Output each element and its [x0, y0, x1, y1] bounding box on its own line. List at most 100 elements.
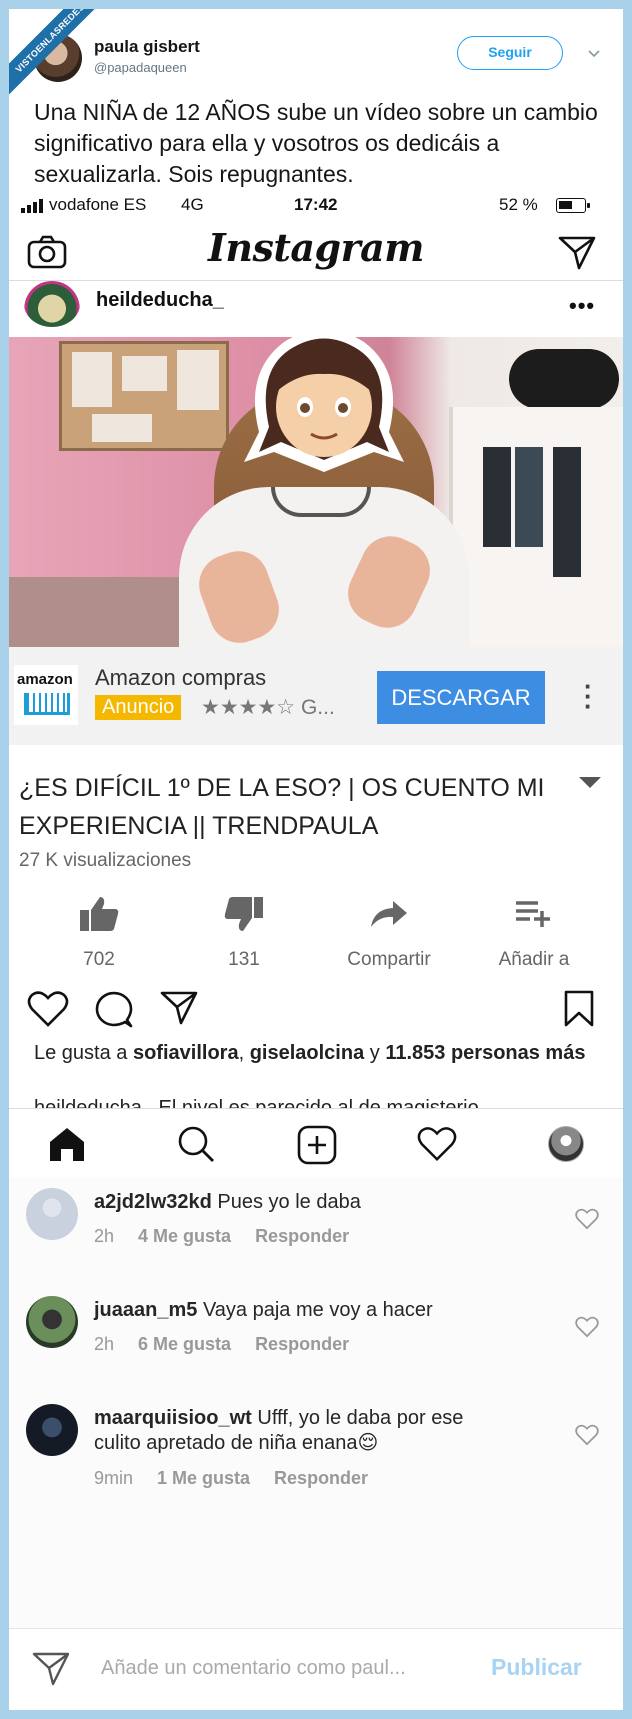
- video-frame[interactable]: [9, 337, 623, 647]
- status-time: 17:42: [294, 195, 338, 214]
- reply-button[interactable]: Responder: [255, 1226, 349, 1246]
- search-icon[interactable]: [177, 1125, 215, 1163]
- likes-separator: ,: [238, 1042, 250, 1064]
- comment-time: 9min: [94, 1468, 134, 1488]
- comment-time: 2h: [94, 1226, 115, 1246]
- signal-icon: [21, 199, 43, 213]
- post-caption: heildeducha_ El nivel es parecido al de …: [34, 1097, 479, 1108]
- direct-message-icon[interactable]: [557, 235, 597, 271]
- share-label: Compartir: [347, 949, 431, 970]
- phone-screenshot: vodafone ES 4G 17:42 52 % Instagram heil…: [9, 191, 623, 1710]
- likes-summary: Le gusta a sofiavillora, giselaolcina y …: [34, 1041, 594, 1066]
- video-title: ¿ES DIFÍCIL 1º DE LA ESO? | OS CUENTO MI…: [19, 774, 545, 840]
- like-action[interactable]: 702: [34, 891, 164, 971]
- comment-like-icon[interactable]: [575, 1316, 599, 1338]
- comment-likes[interactable]: 1 Me gusta: [157, 1468, 250, 1488]
- bookshelf: [449, 407, 623, 647]
- likes-prefix: Le gusta a: [34, 1042, 133, 1064]
- likes-user-1[interactable]: sofiavillora: [133, 1042, 239, 1064]
- post-actions: [9, 986, 623, 1036]
- activity-heart-icon[interactable]: [417, 1125, 457, 1163]
- amazon-logo-text: amazon: [17, 671, 73, 688]
- youtube-ad-banner[interactable]: amazon Amazon compras Anuncio ★★★★☆ G...…: [9, 647, 623, 745]
- home-icon[interactable]: [47, 1125, 87, 1163]
- ad-title: Amazon compras: [95, 665, 267, 690]
- instagram-bottom-nav: [9, 1108, 623, 1178]
- status-bar: vodafone ES 4G 17:42 52 %: [9, 191, 623, 219]
- comment-body: Vaya paja me voy a hacer: [197, 1299, 433, 1321]
- comment-meta: 2h 4 Me gusta Responder: [94, 1226, 373, 1247]
- instagram-top-bar: Instagram: [9, 219, 623, 281]
- battery-icon: [556, 198, 590, 213]
- thumbs-up-icon: [80, 897, 119, 931]
- more-options-icon[interactable]: •••: [569, 293, 595, 319]
- reply-button[interactable]: Responder: [274, 1468, 368, 1488]
- tweet-header: paula gisbert @papadaqueen Seguir Una NI…: [9, 9, 623, 189]
- comment-avatar[interactable]: [26, 1188, 78, 1240]
- comment-username[interactable]: a2jd2lw32kd: [94, 1191, 212, 1213]
- profile-avatar[interactable]: [548, 1126, 584, 1162]
- comment-composer: Añade un comentario como paul... Publica…: [9, 1628, 623, 1710]
- amazon-logo: amazon: [14, 665, 78, 725]
- carrier-label: vodafone ES: [49, 195, 147, 214]
- dislike-action[interactable]: 131: [179, 891, 309, 971]
- comment-like-icon[interactable]: [575, 1208, 599, 1230]
- speaker: [509, 349, 619, 409]
- video-actions: 702 131 Compartir Añadir a: [9, 891, 623, 981]
- post-avatar[interactable]: [24, 281, 80, 327]
- comment-meta: 2h 6 Me gusta Responder: [94, 1334, 373, 1355]
- chevron-down-icon[interactable]: [586, 45, 602, 61]
- video-views: 27 K visualizaciones: [19, 850, 192, 871]
- comments-list: a2jd2lw32kd Pues yo le daba 2h 4 Me gusta…: [9, 1178, 623, 1628]
- likes-count[interactable]: 11.853 personas más: [385, 1042, 585, 1064]
- comment-icon[interactable]: [93, 990, 133, 1028]
- tweet-author-handle[interactable]: @papadaqueen: [94, 60, 187, 75]
- post-username[interactable]: heildeducha_: [96, 289, 224, 312]
- girl-emoji-icon: [244, 337, 404, 472]
- share-icon: [371, 901, 407, 927]
- comment-likes[interactable]: 6 Me gusta: [138, 1334, 231, 1354]
- comment-like-icon[interactable]: [575, 1424, 599, 1446]
- dislike-count: 131: [228, 949, 260, 970]
- comment-input[interactable]: Añade un comentario como paul...: [101, 1657, 406, 1680]
- post-header: heildeducha_ •••: [9, 281, 623, 337]
- comment-avatar[interactable]: [26, 1296, 78, 1348]
- share-action[interactable]: Compartir: [324, 891, 454, 971]
- follow-button[interactable]: Seguir: [457, 36, 563, 70]
- tweet-text: Una NIÑA de 12 AÑOS sube un vídeo sobre …: [34, 99, 598, 187]
- add-to-label: Añadir a: [498, 949, 570, 970]
- send-icon[interactable]: [31, 1651, 71, 1687]
- share-dm-icon[interactable]: [159, 990, 199, 1026]
- comment-likes[interactable]: 4 Me gusta: [138, 1226, 231, 1246]
- instagram-logo: Instagram: [208, 225, 424, 270]
- new-post-icon[interactable]: [297, 1125, 337, 1165]
- comment-time: 2h: [94, 1334, 115, 1354]
- ad-badge: Anuncio: [95, 695, 182, 720]
- battery-percent: 52 %: [499, 195, 538, 214]
- ad-rating: ★★★★☆ G...: [201, 696, 335, 719]
- comment-text: juaaan_m5 Vaya paja me voy a hacer: [94, 1298, 514, 1323]
- tweet-author-name[interactable]: paula gisbert: [94, 37, 200, 57]
- meme-frame: VISTOENLASREDES paula gisbert @papadaque…: [9, 9, 623, 1710]
- comment-body: Pues yo le daba: [211, 1191, 361, 1213]
- comment-meta: 9min 1 Me gusta Responder: [94, 1468, 392, 1489]
- heart-icon[interactable]: [27, 990, 69, 1028]
- bookmark-icon[interactable]: [563, 990, 595, 1028]
- expand-caret-icon[interactable]: [579, 777, 601, 788]
- ad-more-icon[interactable]: · · ·: [584, 673, 593, 719]
- like-count: 702: [83, 949, 115, 970]
- network-label: 4G: [181, 195, 204, 214]
- comment-username[interactable]: juaaan_m5: [94, 1299, 197, 1321]
- add-to-action[interactable]: Añadir a: [469, 891, 599, 971]
- reply-button[interactable]: Responder: [255, 1334, 349, 1354]
- likes-and: y: [364, 1042, 386, 1064]
- comment-username[interactable]: maarquiisioo_wt: [94, 1407, 252, 1429]
- comment-avatar[interactable]: [26, 1404, 78, 1456]
- thumbs-down-icon: [224, 897, 263, 931]
- comment-text: maarquiisioo_wt Ufff, yo le daba por ese…: [94, 1406, 514, 1456]
- likes-user-2[interactable]: giselaolcina: [250, 1042, 365, 1064]
- add-to-playlist-icon: [516, 901, 550, 927]
- download-button[interactable]: DESCARGAR: [377, 671, 545, 724]
- publish-button[interactable]: Publicar: [491, 1654, 582, 1681]
- cart-icon: [24, 693, 70, 715]
